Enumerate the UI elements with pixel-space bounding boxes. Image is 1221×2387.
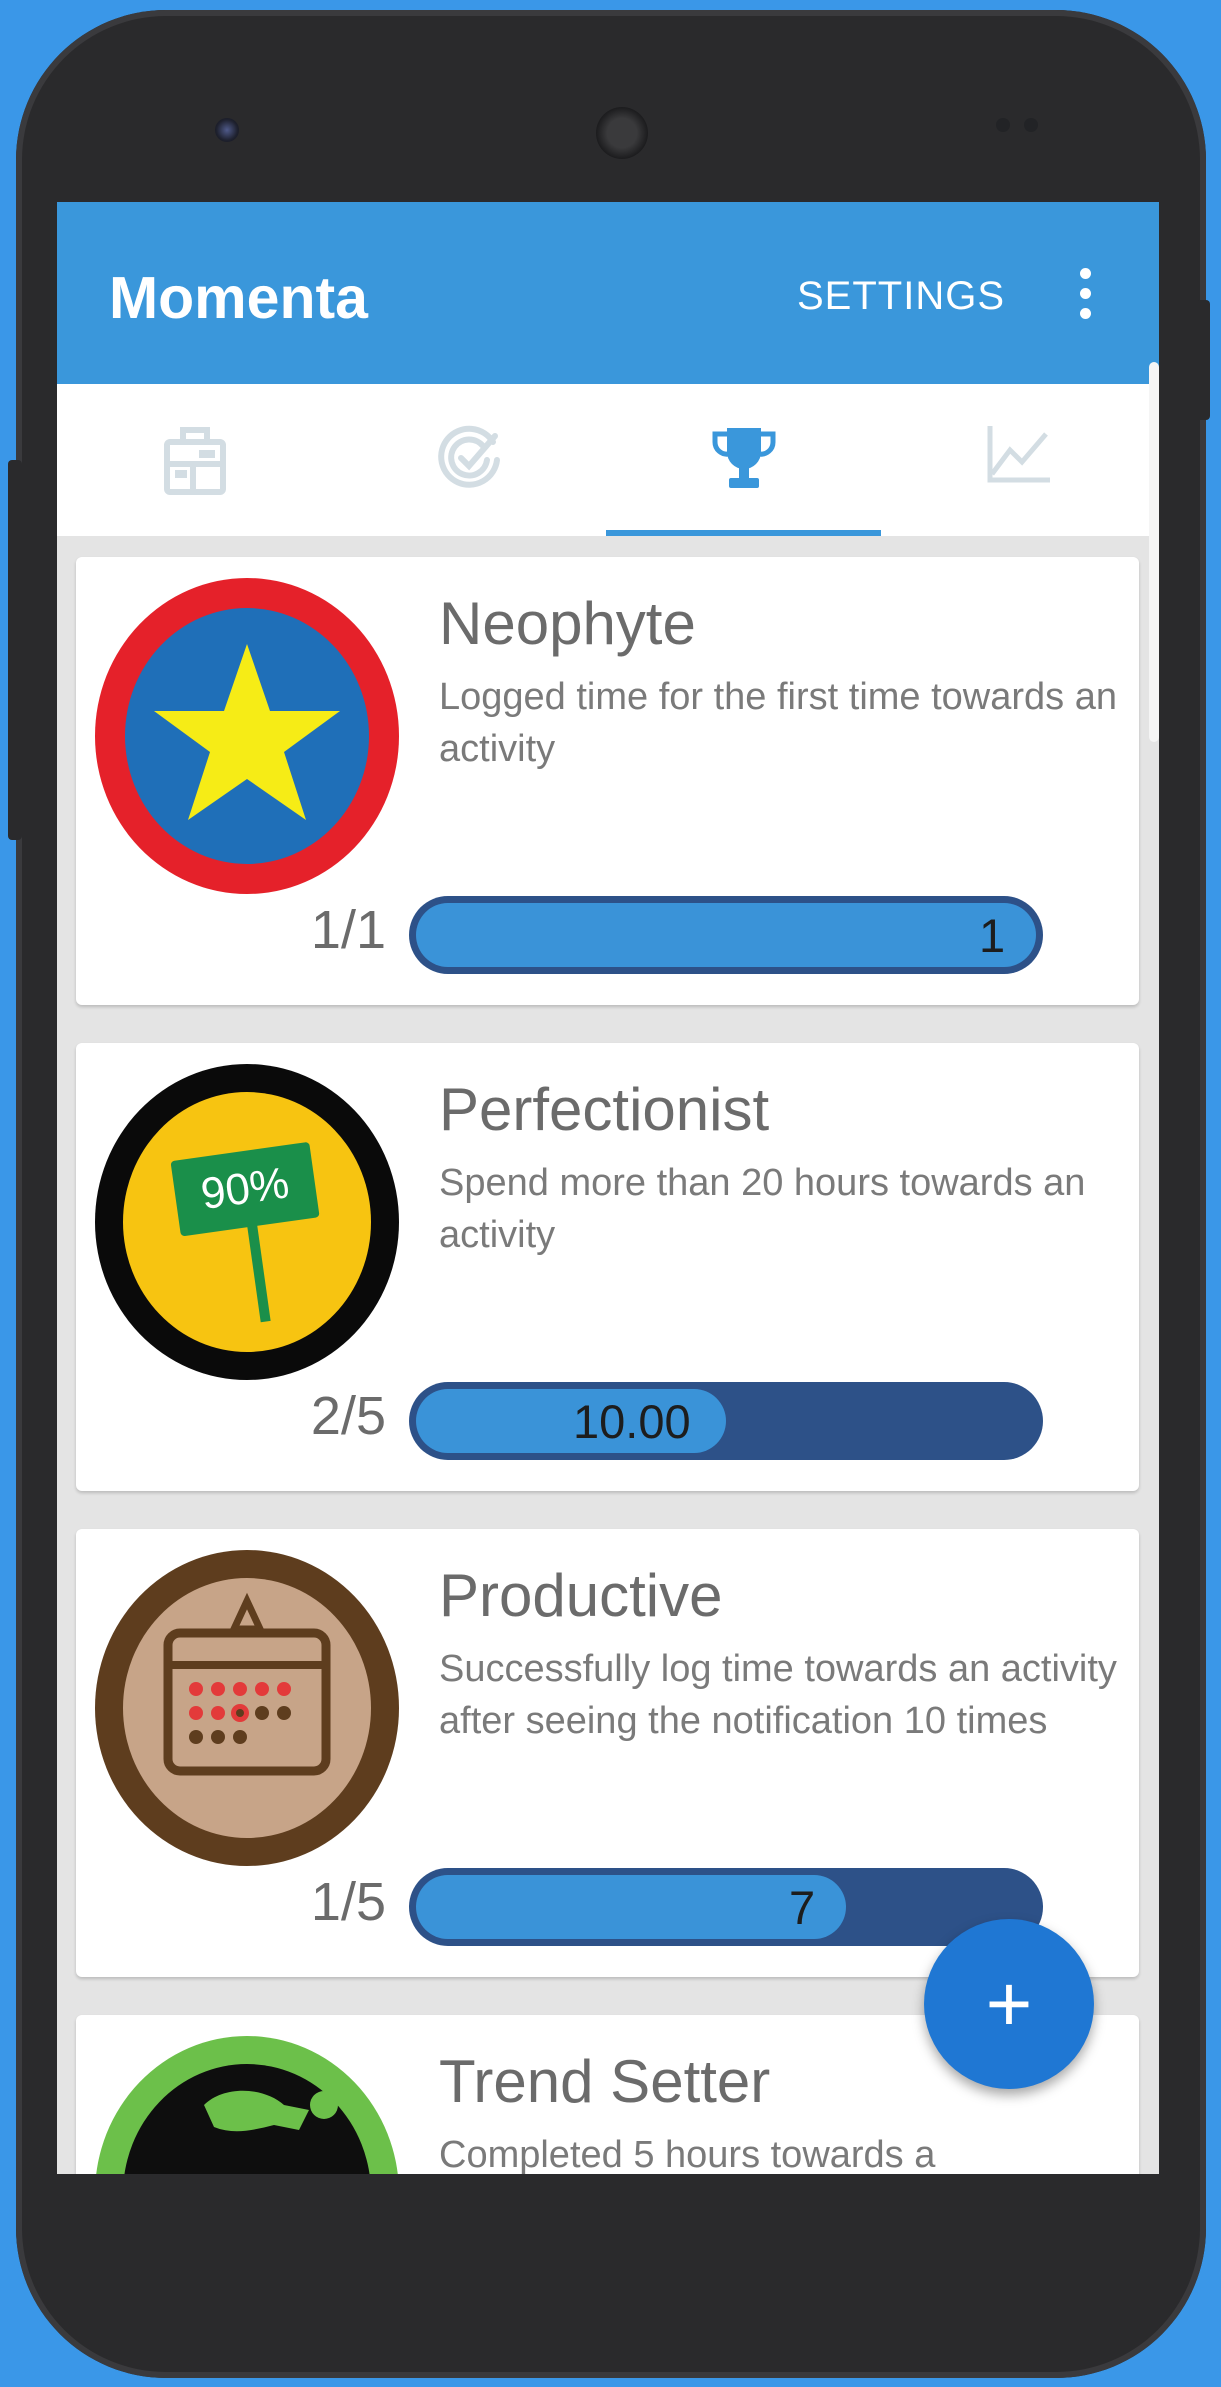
achievement-count: 1/1 [310, 900, 386, 960]
light-sensor [1024, 118, 1038, 132]
calendar-badge-icon [95, 1550, 399, 1866]
tab-stats[interactable] [881, 384, 1156, 536]
achievement-count: 1/5 [310, 1872, 386, 1932]
goal-check-icon [437, 425, 500, 488]
achievement-count: 2/5 [310, 1386, 386, 1446]
tab-achievements[interactable] [606, 384, 881, 536]
achievement-title: Productive [439, 1562, 723, 1629]
achievement-description: Spend more than 20 hours towards an acti… [439, 1162, 1086, 1256]
progress-bar: 1 [409, 896, 1043, 974]
achievement-title: Trend Setter [439, 2048, 771, 2115]
plus-icon: + [985, 1959, 1033, 2048]
tab-bar [57, 384, 1159, 536]
progress-fill [416, 1875, 846, 1939]
achievement-title: Perfectionist [439, 1076, 770, 1143]
achievement-card[interactable]: 90% Perfectionist Spend more than 20 hou… [76, 1043, 1139, 1491]
runner-badge-icon [96, 2036, 398, 2174]
overflow-menu-icon[interactable] [1073, 268, 1097, 328]
progress-value: 1 [979, 909, 1006, 962]
achievement-card[interactable]: Neophyte Logged time for the first time … [76, 557, 1139, 1005]
achievement-card[interactable]: Productive Successfully log time towards… [76, 1529, 1139, 1977]
app-screen: Momenta SETTINGS Neophyte Logged time fo… [57, 202, 1159, 2174]
app-bar: Momenta SETTINGS [57, 202, 1159, 384]
achievement-description: Completed 5 hours towards a [439, 2134, 936, 2174]
dashboard-icon [163, 427, 226, 495]
front-camera [215, 118, 239, 142]
side-button [8, 460, 22, 840]
progress-bar: 10.00 [409, 1382, 1043, 1460]
volume-button [1196, 300, 1210, 420]
scroll-indicator [1149, 362, 1159, 742]
achievement-description: Successfully log time towards an activit… [439, 1648, 1117, 1742]
app-title: Momenta [109, 265, 368, 331]
achievement-description: Logged time for the first time towards a… [439, 676, 1117, 770]
settings-button[interactable]: SETTINGS [797, 274, 1005, 319]
sign-badge-icon: 90% [95, 1064, 399, 1380]
achievement-title: Neophyte [439, 590, 696, 657]
progress-value: 7 [789, 1881, 816, 1934]
star-badge-icon [95, 578, 399, 894]
progress-value: 10.00 [573, 1395, 691, 1448]
progress-fill [416, 903, 1036, 967]
trophy-icon [711, 428, 776, 488]
selected-tab-indicator [606, 530, 881, 536]
earpiece-speaker [596, 107, 648, 159]
proximity-sensor [996, 118, 1010, 132]
tab-dashboard[interactable] [57, 384, 332, 536]
chart-icon [987, 426, 1050, 483]
add-button[interactable]: + [924, 1919, 1094, 2089]
tab-goals[interactable] [332, 384, 607, 536]
